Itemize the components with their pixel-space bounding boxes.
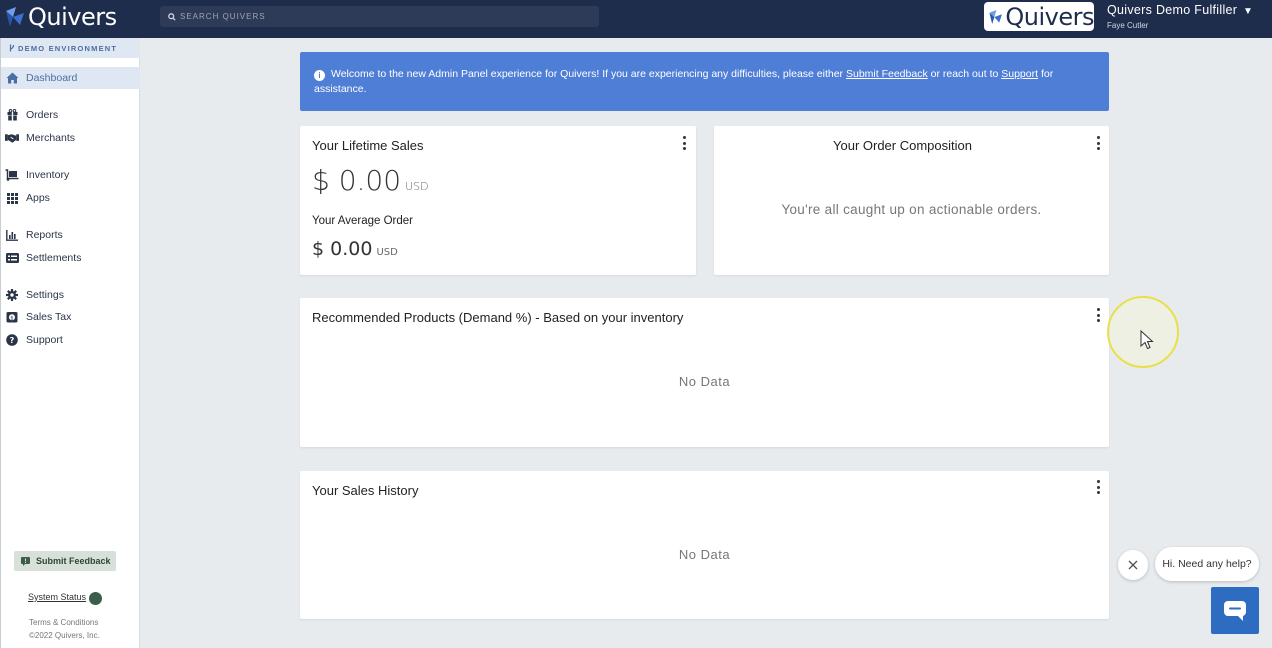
sidebar-item-sales-tax[interactable]: $ Sales Tax <box>1 306 140 328</box>
quivers-logo[interactable]: Quivers <box>4 3 117 31</box>
sidebar-item-merchants[interactable]: Merchants <box>1 127 140 149</box>
sidebar-item-settings[interactable]: Settings <box>1 284 140 306</box>
sidebar-item-label: Settlements <box>26 252 82 264</box>
sidebar-item-label: Support <box>26 334 63 346</box>
chat-close-button[interactable] <box>1118 550 1148 580</box>
chat-greeting-bubble[interactable]: Hi. Need any help? <box>1155 547 1259 581</box>
account-user: Faye Cutler <box>1107 21 1149 30</box>
grid-icon <box>5 191 19 205</box>
gear-icon <box>5 288 19 302</box>
sidebar-item-label: Reports <box>26 229 63 241</box>
currency-label: USD <box>376 247 398 258</box>
no-data-text: No Data <box>678 374 731 389</box>
gift-icon <box>5 108 19 122</box>
copyright-text: ©2022 Quivers, Inc. <box>29 631 100 640</box>
sidebar-item-orders[interactable]: Orders <box>1 104 140 126</box>
sidebar-item-label: Apps <box>26 192 50 204</box>
sidebar-item-label: Sales Tax <box>26 311 72 323</box>
sidebar-item-label: Dashboard <box>26 72 78 84</box>
close-icon <box>1128 560 1138 570</box>
card-title: Your Order Composition <box>833 138 972 153</box>
environment-badge: DEMO ENVIRONMENT <box>1 38 140 58</box>
top-bar: Quivers SEARCH QUIVERS Quivers Quivers D… <box>0 0 1272 38</box>
empty-state-text: You're all caught up on actionable order… <box>781 202 1042 217</box>
card-menu-icon[interactable] <box>1096 308 1100 322</box>
account-dropdown-icon[interactable]: ▼ <box>1243 6 1253 17</box>
card-title: Your Sales History <box>312 483 419 498</box>
card-title: Your Lifetime Sales <box>312 138 424 153</box>
sidebar-item-apps[interactable]: Apps <box>1 187 140 209</box>
terms-link[interactable]: Terms & Conditions <box>29 618 98 627</box>
sidebar-item-support[interactable]: ? Support <box>1 329 140 351</box>
logo-text: Quivers <box>28 3 117 31</box>
search-placeholder: SEARCH QUIVERS <box>180 12 266 21</box>
sidebar-item-reports[interactable]: Reports <box>1 224 140 246</box>
support-link[interactable]: Support <box>1001 68 1038 80</box>
dolly-icon <box>5 168 19 182</box>
average-order-amount: $ 0.00 USD <box>312 238 398 260</box>
branch-icon <box>9 44 15 52</box>
mouse-pointer-icon <box>1140 330 1154 350</box>
banner-text: Welcome to the new Admin Panel experienc… <box>331 68 846 80</box>
info-icon: i <box>314 70 325 81</box>
submit-feedback-link[interactable]: Submit Feedback <box>846 68 928 80</box>
lifetime-sales-value: $ 0.00 <box>312 164 402 197</box>
chat-launcher-button[interactable] <box>1211 587 1259 634</box>
sales-history-card: Your Sales History No Data <box>300 471 1109 619</box>
fulfiller-logo: Quivers <box>984 2 1094 31</box>
feedback-icon <box>21 556 30 566</box>
recommended-products-card: Recommended Products (Demand %) - Based … <box>300 298 1109 447</box>
sidebar-item-label: Orders <box>26 109 59 121</box>
sidebar-item-inventory[interactable]: Inventory <box>1 164 140 186</box>
chat-icon <box>1224 600 1246 621</box>
search-icon <box>168 12 176 21</box>
sidebar-item-settlements[interactable]: Settlements <box>1 247 140 269</box>
chat-greeting-text: Hi. Need any help? <box>1162 558 1252 570</box>
lifetime-sales-card: Your Lifetime Sales $ 0.00 USD Your Avera… <box>300 126 696 275</box>
submit-feedback-button[interactable]: Submit Feedback <box>14 551 116 571</box>
quivers-brand-icon <box>989 9 1002 24</box>
system-status-indicator <box>89 592 102 605</box>
sidebar-item-label: Merchants <box>26 132 76 144</box>
card-menu-icon[interactable] <box>682 136 686 150</box>
banner-text: or reach out to <box>927 68 1002 80</box>
svg-text:?: ? <box>10 336 15 345</box>
card-menu-icon[interactable] <box>1096 136 1100 150</box>
receipt-icon <box>5 251 19 265</box>
search-input[interactable]: SEARCH QUIVERS <box>160 6 599 27</box>
no-data-text: No Data <box>678 547 731 562</box>
question-circle-icon: ? <box>5 333 19 347</box>
sidebar-item-label: Settings <box>26 289 64 301</box>
average-order-title: Your Average Order <box>312 215 414 227</box>
handshake-icon <box>5 131 19 145</box>
card-title: Recommended Products (Demand %) - Based … <box>312 310 684 325</box>
brand-box-text: Quivers <box>1005 2 1094 31</box>
environment-label: DEMO ENVIRONMENT <box>18 43 118 53</box>
system-status-link[interactable]: System Status <box>28 592 86 602</box>
average-order-value: $ 0.00 <box>312 238 373 260</box>
account-name[interactable]: Quivers Demo Fulfiller <box>1107 3 1237 17</box>
sidebar-item-label: Inventory <box>26 169 70 181</box>
money-bag-icon: $ <box>5 310 19 324</box>
svg-text:$: $ <box>10 315 13 321</box>
quivers-logo-icon <box>6 7 24 27</box>
home-icon <box>5 71 19 85</box>
order-composition-card: Your Order Composition You're all caught… <box>714 126 1109 275</box>
card-menu-icon[interactable] <box>1096 480 1100 494</box>
bar-chart-icon <box>5 228 19 242</box>
currency-label: USD <box>405 180 429 193</box>
welcome-banner: i Welcome to the new Admin Panel experien… <box>300 52 1109 111</box>
sidebar: DEMO ENVIRONMENT Dashboard Orders Mercha… <box>0 38 140 648</box>
submit-feedback-label: Submit Feedback <box>36 556 111 566</box>
sidebar-item-dashboard[interactable]: Dashboard <box>1 67 140 89</box>
lifetime-sales-amount: $ 0.00 USD <box>312 164 429 197</box>
